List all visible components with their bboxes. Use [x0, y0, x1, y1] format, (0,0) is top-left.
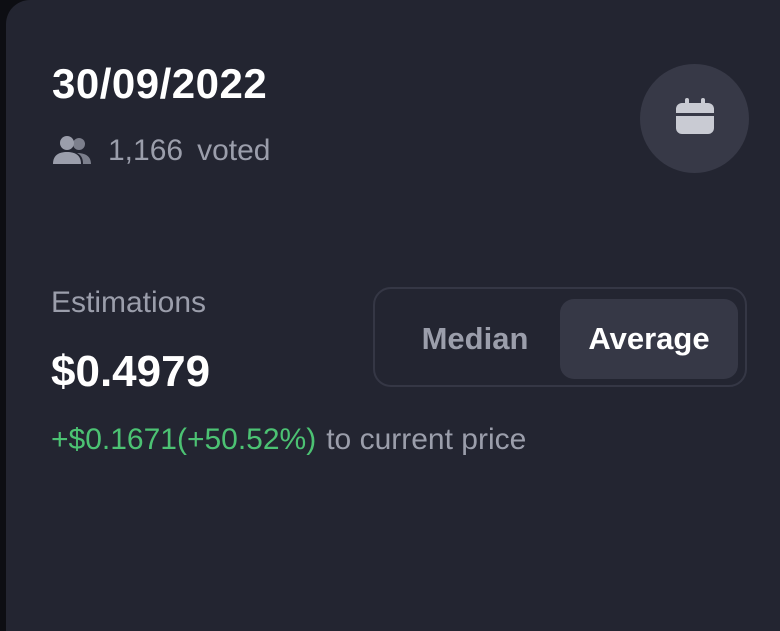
estimation-value: $0.4979 — [51, 347, 211, 396]
calendar-icon — [675, 96, 715, 141]
median-option[interactable]: Median — [387, 299, 563, 379]
price-change: +$0.1671(+50.52%) to current price — [51, 423, 526, 457]
calendar-button[interactable] — [640, 64, 749, 173]
votes-label: voted — [197, 134, 271, 167]
page: 30/09/2022 1,166 voted Estimations $0.49… — [0, 0, 780, 631]
estimations-label: Estimations — [51, 286, 207, 319]
price-change-suffix: to current price — [326, 423, 527, 456]
estimation-mode-toggle: Median Average — [373, 287, 747, 387]
price-change-delta: +$0.1671(+50.52%) — [51, 423, 317, 456]
target-date: 30/09/2022 — [52, 60, 268, 107]
users-icon — [52, 134, 92, 168]
votes-count: 1,166 — [108, 134, 184, 167]
voters-info: 1,166 voted — [52, 134, 270, 168]
average-option[interactable]: Average — [560, 299, 738, 379]
